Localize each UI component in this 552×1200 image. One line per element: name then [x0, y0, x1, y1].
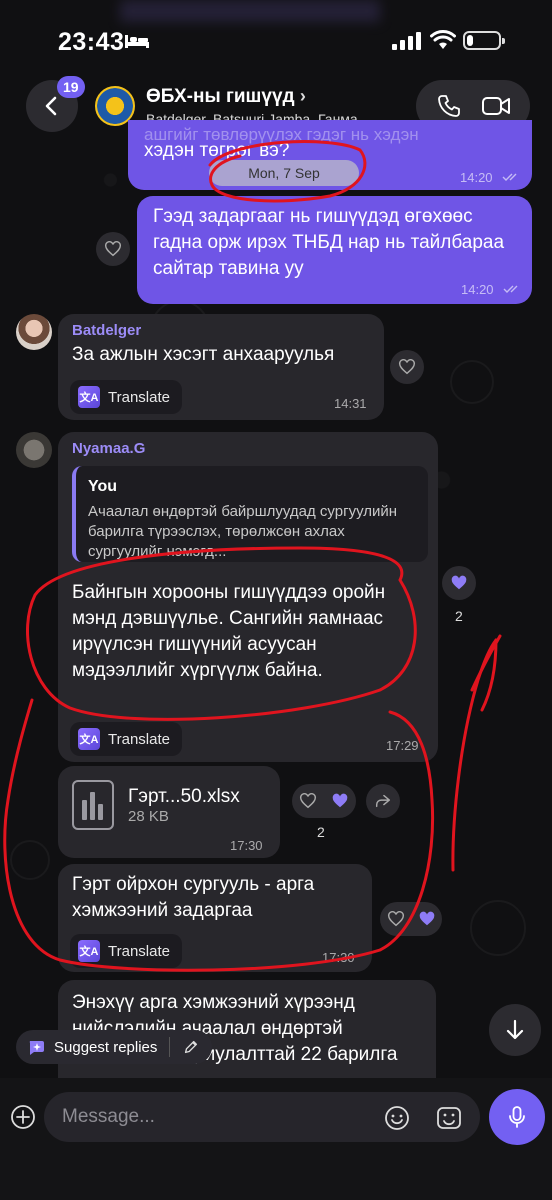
spreadsheet-file-icon [72, 780, 114, 830]
wifi-icon [430, 30, 456, 49]
unread-badge: 19 [57, 76, 85, 98]
sender-name: Batdelger [72, 322, 142, 339]
reaction-pill[interactable] [292, 784, 356, 818]
emoji-button[interactable] [384, 1105, 410, 1131]
message-time: 17:30 [230, 838, 263, 853]
translate-button[interactable]: 文A Translate [70, 722, 182, 756]
microphone-icon [509, 1106, 525, 1128]
outgoing-message[interactable]: Гээд задаргааг нь гишүүдэд өгөхөөс гадна… [137, 196, 532, 304]
sender-avatar[interactable] [16, 314, 52, 350]
heart-filled-icon [419, 911, 434, 926]
translate-label: Translate [108, 730, 170, 748]
message-time: 14:31 [334, 396, 367, 411]
quote-author: You [88, 478, 118, 495]
heart-outline-icon [387, 911, 404, 927]
translate-label: Translate [108, 942, 170, 960]
translate-button[interactable]: 文A Translate [70, 934, 182, 968]
translate-icon: 文A [78, 940, 100, 962]
video-call-button[interactable] [481, 93, 511, 119]
read-ticks-icon [503, 285, 518, 293]
translate-icon: 文A [78, 728, 100, 750]
attach-plus-button[interactable] [10, 1104, 36, 1130]
reaction-button[interactable] [442, 566, 476, 600]
scroll-to-bottom-button[interactable] [489, 1004, 541, 1056]
message-input[interactable] [44, 1092, 480, 1142]
battery-icon [463, 31, 505, 50]
message-time: 14:20 [461, 282, 494, 297]
wallpaper-doodle [450, 360, 494, 404]
sticker-gallery-button[interactable] [436, 1105, 462, 1131]
phone-call-button[interactable] [436, 93, 462, 119]
message-text: Гэрт ойрхон сургууль - арга хэмжээний за… [72, 874, 315, 921]
reaction-count: 2 [317, 824, 325, 840]
sparkle-chat-icon [29, 1041, 44, 1055]
notification-blur [120, 0, 380, 22]
heart-outline-icon [300, 793, 316, 809]
like-button[interactable] [96, 232, 130, 266]
heart-outline-icon [105, 241, 121, 257]
sender-name: Nyamaa.G [72, 440, 146, 457]
message-text: Гээд задаргааг нь гишүүдэд өгөхөөс гадна… [153, 206, 505, 279]
suggest-replies-label: Suggest replies [54, 1038, 158, 1056]
incoming-message[interactable]: Batdelger За ажлын хэсэгт анхааруулья 文A… [58, 314, 384, 420]
message-text: Байнгын хорооны гишүүддээ оройн мэнд дэв… [72, 582, 386, 681]
message-time: 17:30 [322, 950, 355, 965]
translate-icon: 文A [78, 386, 100, 408]
chat-title[interactable]: ӨБХ-ны гишүүд › [146, 86, 306, 108]
message-time: 14:20 [460, 170, 493, 185]
read-ticks-icon [502, 173, 517, 181]
quoted-reply[interactable]: You Ачаалал өндөртэй байршлуудад сургуул… [72, 466, 428, 562]
quote-text: Ачаалал өндөртэй байршлуудад сургуулийн … [88, 503, 398, 560]
heart-outline-icon [399, 359, 415, 375]
voice-message-button[interactable] [489, 1089, 545, 1145]
chevron-right-icon: › [299, 86, 306, 106]
chat-screen: 23:43 19 ӨБХ-ны гишүүд › Batdelger, Bats… [0, 0, 552, 1200]
chat-title-text: ӨБХ-ны гишүүд [146, 86, 295, 107]
wallpaper-doodle [470, 900, 526, 956]
message-text: За ажлын хэсэгт анхааруулья [72, 344, 335, 365]
date-separator: Mon, 7 Sep [209, 160, 359, 186]
like-button[interactable] [390, 350, 424, 384]
incoming-message[interactable]: Гэрт ойрхон сургууль - арга хэмжээний за… [58, 864, 372, 972]
battery-level [467, 35, 473, 46]
file-name: Гэрт...50.xlsx [128, 786, 240, 807]
wallpaper-doodle [10, 840, 50, 880]
arrow-down-icon [506, 1019, 524, 1040]
message-time: 17:29 [386, 738, 419, 753]
divider [169, 1037, 171, 1057]
sender-avatar[interactable] [16, 432, 52, 468]
pen-edit-icon[interactable] [182, 1038, 200, 1056]
file-size: 28 KB [128, 808, 169, 825]
heart-filled-icon [332, 793, 348, 808]
status-bar: 23:43 [0, 0, 552, 80]
suggest-replies-button[interactable]: Suggest replies [16, 1030, 213, 1064]
translate-label: Translate [108, 388, 170, 406]
translate-button[interactable]: 文A Translate [70, 380, 182, 414]
sleep-focus-icon [125, 35, 149, 48]
clock: 23:43 [58, 28, 125, 56]
chevron-left-icon [45, 96, 57, 116]
cellular-signal-icon [392, 32, 421, 50]
share-arrow-icon [375, 794, 391, 808]
reaction-count: 2 [455, 608, 463, 624]
heart-filled-icon [451, 575, 467, 590]
share-button[interactable] [366, 784, 400, 818]
reaction-pill[interactable] [380, 902, 442, 936]
